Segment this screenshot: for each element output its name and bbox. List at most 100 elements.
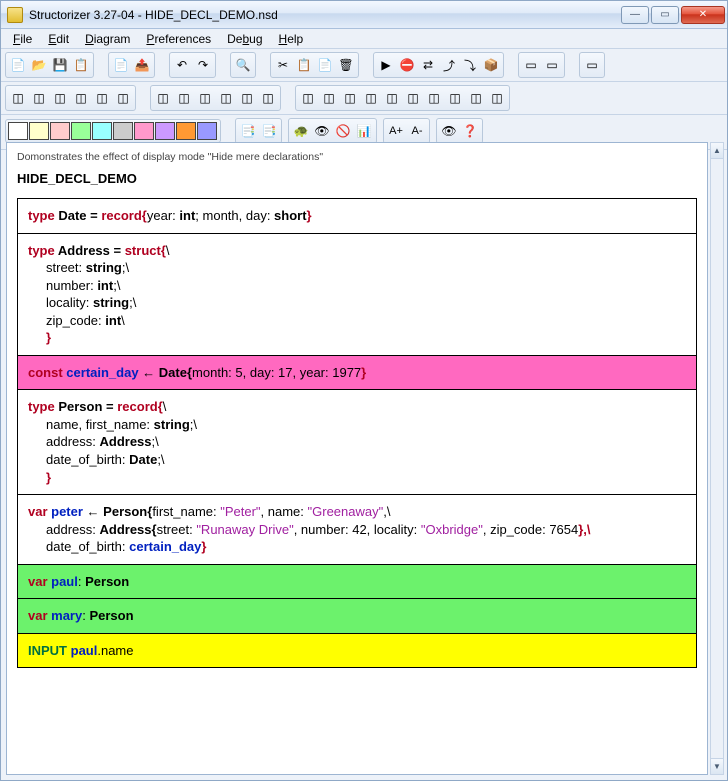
color-swatch-2[interactable] bbox=[50, 122, 70, 140]
struct-b5-icon[interactable]: ◫ bbox=[237, 88, 257, 108]
open-icon[interactable]: 📂 bbox=[29, 55, 49, 75]
scroll-down-icon[interactable]: ▼ bbox=[711, 758, 723, 774]
diagram-name: HIDE_DECL_DEMO bbox=[17, 171, 697, 186]
paste-icon[interactable]: 📄 bbox=[315, 55, 335, 75]
color-swatch-3[interactable] bbox=[71, 122, 91, 140]
menu-diagram[interactable]: Diagram bbox=[77, 30, 138, 48]
struct-a3-icon[interactable]: ◫ bbox=[50, 88, 70, 108]
block-input-paul-name[interactable]: INPUT paul.name bbox=[18, 634, 696, 668]
turtle-icon[interactable]: 🐢 bbox=[291, 121, 311, 141]
tb-group-find: 🔍 bbox=[230, 52, 256, 78]
maximize-button[interactable]: ▭ bbox=[651, 6, 679, 24]
struct-a5-icon[interactable]: ◫ bbox=[92, 88, 112, 108]
stop-icon[interactable]: ⛔ bbox=[397, 55, 417, 75]
struct-c10-icon[interactable]: ◫ bbox=[487, 88, 507, 108]
struct-c5-icon[interactable]: ◫ bbox=[382, 88, 402, 108]
menu-file[interactable]: File bbox=[5, 30, 40, 48]
run-icon[interactable]: ▶ bbox=[376, 55, 396, 75]
color-swatch-9[interactable] bbox=[197, 122, 217, 140]
tb-group-help: 👁 ❓ bbox=[436, 118, 483, 144]
struct-c7-icon[interactable]: ◫ bbox=[424, 88, 444, 108]
tb-group-file: 📄 📂 💾 📋 bbox=[5, 52, 94, 78]
preview-icon[interactable]: 👁 bbox=[439, 121, 459, 141]
struct-a6-icon[interactable]: ◫ bbox=[113, 88, 133, 108]
window-controls: — ▭ ✕ bbox=[621, 6, 725, 24]
diagram-body: type Date = record{year: int; month, day… bbox=[17, 198, 697, 668]
close-button[interactable]: ✕ bbox=[681, 6, 725, 24]
struct-c8-icon[interactable]: ◫ bbox=[445, 88, 465, 108]
moveup-icon[interactable]: ⤴ bbox=[439, 55, 459, 75]
menu-debug[interactable]: Debug bbox=[219, 30, 270, 48]
app-icon bbox=[7, 7, 23, 23]
chart-icon[interactable]: 📊 bbox=[354, 121, 374, 141]
block-var-paul[interactable]: var paul: Person bbox=[18, 565, 696, 600]
struct-a4-icon[interactable]: ◫ bbox=[71, 88, 91, 108]
tb-group-undo: ↶ ↷ bbox=[169, 52, 216, 78]
noentry-icon[interactable]: 🚫 bbox=[333, 121, 353, 141]
color-palette bbox=[5, 119, 221, 143]
struct-c2-icon[interactable]: ◫ bbox=[319, 88, 339, 108]
block-type-address[interactable]: type Address = struct{\ street: string;\… bbox=[18, 234, 696, 356]
view2-icon[interactable]: ▭ bbox=[542, 55, 562, 75]
block-var-mary[interactable]: var mary: Person bbox=[18, 599, 696, 634]
toolbar-row-1: 📄 📂 💾 📋 📄 📤 ↶ ↷ 🔍 ✂ 📋 📄 🗑 ▶ ⛔ ⇄ ⤴ ⤵ 📦 ▭ … bbox=[1, 49, 727, 82]
export-icon[interactable]: 📤 bbox=[132, 55, 152, 75]
struct-b2-icon[interactable]: ◫ bbox=[174, 88, 194, 108]
eye-icon[interactable]: 👁 bbox=[312, 121, 332, 141]
saveall-icon[interactable]: 📋 bbox=[71, 55, 91, 75]
vertical-scrollbar[interactable]: ▲ ▼ bbox=[710, 142, 724, 775]
cut-icon[interactable]: ✂ bbox=[273, 55, 293, 75]
block-type-person[interactable]: type Person = record{\ name, first_name:… bbox=[18, 390, 696, 495]
block-var-peter[interactable]: var peter ← Person{first_name: "Peter", … bbox=[18, 495, 696, 565]
scroll-up-icon[interactable]: ▲ bbox=[711, 143, 723, 159]
tb-group-view1: ▭ ▭ bbox=[518, 52, 565, 78]
struct-c4-icon[interactable]: ◫ bbox=[361, 88, 381, 108]
undo-icon[interactable]: ↶ bbox=[172, 55, 192, 75]
help-icon[interactable]: ❓ bbox=[460, 121, 480, 141]
color-swatch-1[interactable] bbox=[29, 122, 49, 140]
struct-c3-icon[interactable]: ◫ bbox=[340, 88, 360, 108]
print-icon[interactable]: 📄 bbox=[111, 55, 131, 75]
tb-group-struct-a: ◫ ◫ ◫ ◫ ◫ ◫ bbox=[5, 85, 136, 111]
new-icon[interactable]: 📄 bbox=[8, 55, 28, 75]
block-const-certain-day[interactable]: const certain_day ← Date{month: 5, day: … bbox=[18, 356, 696, 391]
view3-icon[interactable]: ▭ bbox=[582, 55, 602, 75]
font-bigger-icon[interactable]: A+ bbox=[386, 121, 406, 141]
struct-c1-icon[interactable]: ◫ bbox=[298, 88, 318, 108]
diagram-canvas[interactable]: Domonstrates the effect of display mode … bbox=[6, 142, 708, 775]
struct-c9-icon[interactable]: ◫ bbox=[466, 88, 486, 108]
menu-edit[interactable]: Edit bbox=[40, 30, 77, 48]
menu-preferences[interactable]: Preferences bbox=[138, 30, 219, 48]
color-swatch-8[interactable] bbox=[176, 122, 196, 140]
struct-a1-icon[interactable]: ◫ bbox=[8, 88, 28, 108]
copy-icon[interactable]: 📋 bbox=[294, 55, 314, 75]
struct-a2-icon[interactable]: ◫ bbox=[29, 88, 49, 108]
minimize-button[interactable]: — bbox=[621, 6, 649, 24]
color-swatch-4[interactable] bbox=[92, 122, 112, 140]
struct-b1-icon[interactable]: ◫ bbox=[153, 88, 173, 108]
struct-c6-icon[interactable]: ◫ bbox=[403, 88, 423, 108]
menu-help[interactable]: Help bbox=[271, 30, 312, 48]
color-swatch-6[interactable] bbox=[134, 122, 154, 140]
color-swatch-5[interactable] bbox=[113, 122, 133, 140]
view1-icon[interactable]: ▭ bbox=[521, 55, 541, 75]
box-icon[interactable]: 📦 bbox=[481, 55, 501, 75]
window-title: Structorizer 3.27-04 - HIDE_DECL_DEMO.ns… bbox=[29, 8, 278, 22]
save-icon[interactable]: 💾 bbox=[50, 55, 70, 75]
tb-group-run: ▶ ⛔ ⇄ ⤴ ⤵ 📦 bbox=[373, 52, 504, 78]
find-icon[interactable]: 🔍 bbox=[233, 55, 253, 75]
misc1-icon[interactable]: 📑 bbox=[238, 121, 258, 141]
block-type-date[interactable]: type Date = record{year: int; month, day… bbox=[18, 199, 696, 234]
delete-icon[interactable]: 🗑 bbox=[336, 55, 356, 75]
struct-b3-icon[interactable]: ◫ bbox=[195, 88, 215, 108]
redo-icon[interactable]: ↷ bbox=[193, 55, 213, 75]
swap-icon[interactable]: ⇄ bbox=[418, 55, 438, 75]
struct-b6-icon[interactable]: ◫ bbox=[258, 88, 278, 108]
tb-group-struct-b: ◫ ◫ ◫ ◫ ◫ ◫ bbox=[150, 85, 281, 111]
color-swatch-0[interactable] bbox=[8, 122, 28, 140]
font-smaller-icon[interactable]: A- bbox=[407, 121, 427, 141]
struct-b4-icon[interactable]: ◫ bbox=[216, 88, 236, 108]
movedown-icon[interactable]: ⤵ bbox=[460, 55, 480, 75]
color-swatch-7[interactable] bbox=[155, 122, 175, 140]
misc2-icon[interactable]: 📑 bbox=[259, 121, 279, 141]
